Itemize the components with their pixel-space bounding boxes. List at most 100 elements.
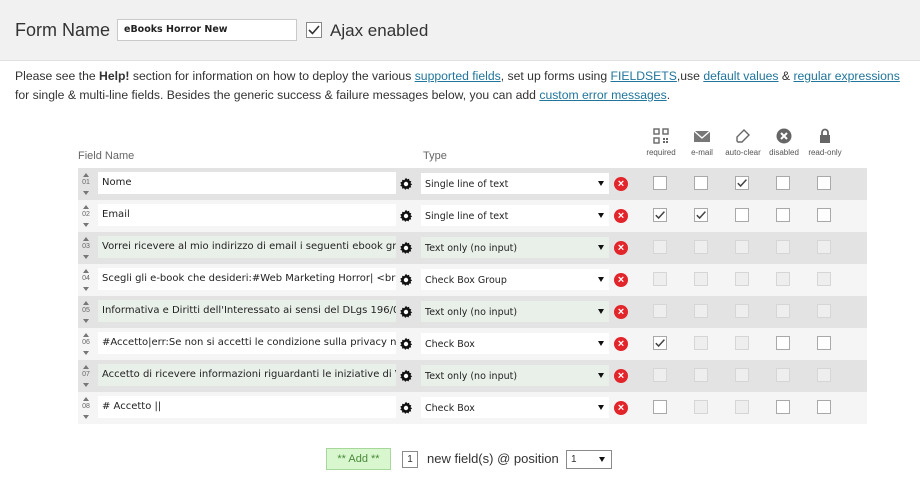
field-type-select[interactable]: Check Box — [421, 333, 609, 354]
gear-icon[interactable] — [399, 177, 413, 191]
ajax-enabled-label: Ajax enabled — [330, 21, 429, 40]
drag-handle-icon[interactable]: 06 — [80, 333, 92, 355]
drag-handle-icon[interactable]: 05 — [80, 301, 92, 323]
arrow-down-icon — [83, 415, 89, 419]
field-name-input[interactable]: Informativa e Diritti dell'Interessato a… — [98, 300, 396, 322]
column-header-field-name: Field Name — [78, 150, 135, 162]
drag-handle-icon[interactable]: 01 — [80, 173, 92, 195]
required-checkbox — [653, 272, 667, 286]
field-name-input[interactable]: #Accetto|err:Se non si accetti le condiz… — [98, 332, 396, 354]
delete-field-icon[interactable]: × — [614, 369, 628, 383]
email-checkbox[interactable] — [694, 208, 708, 222]
gear-icon[interactable] — [399, 305, 413, 319]
position-select[interactable]: 1 — [566, 450, 612, 469]
column-header-read-only: read-only — [803, 128, 847, 157]
disabled-checkbox[interactable] — [776, 176, 790, 190]
read-only-checkbox[interactable] — [817, 176, 831, 190]
arrow-down-icon — [83, 223, 89, 227]
field-type-select[interactable]: Single line of text — [421, 173, 609, 194]
field-row: 08 # Accetto || Check Box × — [78, 392, 867, 424]
gear-icon[interactable] — [399, 209, 413, 223]
regular-expressions-link[interactable]: regular expressions — [793, 69, 899, 83]
info-text: & — [778, 69, 794, 83]
auto-clear-checkbox[interactable] — [735, 176, 749, 190]
required-checkbox[interactable] — [653, 176, 667, 190]
gear-icon[interactable] — [399, 369, 413, 383]
disabled-checkbox[interactable] — [776, 400, 790, 414]
field-type-select[interactable]: Single line of text — [421, 205, 609, 226]
gear-icon[interactable] — [399, 241, 413, 255]
envelope-icon — [693, 130, 711, 142]
read-only-checkbox[interactable] — [817, 208, 831, 222]
delete-field-icon[interactable]: × — [614, 177, 628, 191]
arrow-up-icon — [83, 301, 89, 305]
read-only-checkbox — [817, 272, 831, 286]
delete-field-icon[interactable]: × — [614, 401, 628, 415]
field-name-input[interactable]: Email — [98, 204, 396, 226]
drag-handle-icon[interactable]: 02 — [80, 205, 92, 227]
info-text: ,use — [676, 69, 704, 83]
form-name-label: Form Name — [15, 20, 111, 40]
checkmark-icon — [308, 25, 320, 35]
default-values-link[interactable]: default values — [703, 69, 778, 83]
delete-field-icon[interactable]: × — [614, 241, 628, 255]
add-field-button[interactable]: ** Add ** — [326, 448, 391, 470]
delete-field-icon[interactable]: × — [614, 209, 628, 223]
read-only-checkbox[interactable] — [817, 400, 831, 414]
field-type-value: Single line of text — [425, 211, 509, 222]
delete-field-icon[interactable]: × — [614, 273, 628, 287]
fieldsets-link[interactable]: FIELDSETS — [611, 69, 677, 83]
field-name-input[interactable]: Accetto di ricevere informazioni riguard… — [98, 364, 396, 386]
field-number: 01 — [82, 179, 90, 186]
gear-icon[interactable] — [399, 337, 413, 351]
gear-icon[interactable] — [399, 273, 413, 287]
form-name-input[interactable]: eBooks Horror New — [117, 19, 297, 41]
ajax-enabled-checkbox[interactable] — [306, 22, 322, 38]
field-type-select[interactable]: Text only (no input) — [421, 365, 609, 386]
disabled-checkbox[interactable] — [776, 208, 790, 222]
field-name-input[interactable]: Nome — [98, 172, 396, 194]
field-type-value: Check Box — [425, 339, 475, 350]
field-name-input[interactable]: Vorrei ricevere al mio indirizzo di emai… — [98, 236, 396, 258]
field-number: 04 — [82, 275, 90, 282]
disabled-checkbox[interactable] — [776, 336, 790, 350]
arrow-up-icon — [83, 237, 89, 241]
required-checkbox[interactable] — [653, 400, 667, 414]
drag-handle-icon[interactable]: 08 — [80, 397, 92, 419]
delete-field-icon[interactable]: × — [614, 337, 628, 351]
field-type-select[interactable]: Check Box Group — [421, 269, 609, 290]
field-type-select[interactable]: Text only (no input) — [421, 237, 609, 258]
auto-clear-checkbox — [735, 272, 749, 286]
arrow-up-icon — [83, 397, 89, 401]
drag-handle-icon[interactable]: 07 — [80, 365, 92, 387]
field-type-select[interactable]: Text only (no input) — [421, 301, 609, 322]
required-checkbox[interactable] — [653, 208, 667, 222]
field-number: 03 — [82, 243, 90, 250]
required-checkbox[interactable] — [653, 336, 667, 350]
help-info-text: Please see the Help! section for informa… — [15, 67, 915, 105]
field-type-value: Text only (no input) — [425, 371, 518, 382]
column-header-disabled: disabled — [762, 128, 806, 157]
email-checkbox — [694, 368, 708, 382]
auto-clear-checkbox[interactable] — [735, 208, 749, 222]
custom-error-messages-link[interactable]: custom error messages — [539, 88, 666, 102]
field-type-value: Check Box — [425, 403, 475, 414]
field-name-input[interactable]: Scegli gli e-book che desideri:#Web Mark… — [98, 268, 396, 290]
drag-handle-icon[interactable]: 04 — [80, 269, 92, 291]
fields-table: 01 Nome Single line of text × 02 Email Single … — [78, 168, 867, 424]
gear-icon[interactable] — [399, 401, 413, 415]
arrow-down-icon — [83, 351, 89, 355]
read-only-checkbox[interactable] — [817, 336, 831, 350]
drag-handle-icon[interactable]: 03 — [80, 237, 92, 259]
arrow-up-icon — [83, 173, 89, 177]
field-number: 06 — [82, 339, 90, 346]
info-text: . — [666, 88, 671, 102]
new-field-count-input[interactable]: 1 — [402, 451, 418, 468]
email-checkbox[interactable] — [694, 176, 708, 190]
field-type-select[interactable]: Check Box — [421, 397, 609, 418]
form-header: Form Name eBooks Horror New Ajax enabled — [0, 0, 920, 61]
field-number: 02 — [82, 211, 90, 218]
field-name-input[interactable]: # Accetto || — [98, 396, 396, 418]
delete-field-icon[interactable]: × — [614, 305, 628, 319]
supported-fields-link[interactable]: supported fields — [415, 69, 501, 83]
